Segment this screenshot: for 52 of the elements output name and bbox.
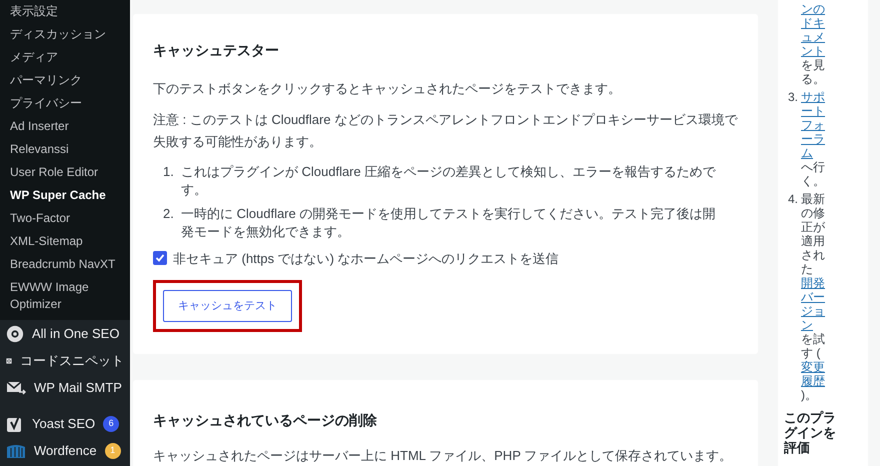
section-title: キャッシュテスター bbox=[153, 41, 280, 60]
submenu-item[interactable]: Ad Inserter bbox=[0, 115, 130, 138]
wordfence-icon bbox=[6, 442, 26, 458]
menu-label: コードスニペット bbox=[20, 352, 124, 370]
menu-item[interactable]: コードスニペット bbox=[0, 347, 130, 374]
note-text: 注意 : このテストは Cloudflare などのトランスペアレントフロントエンドプロキシーサービス環境で失敗する可能性があります。 bbox=[153, 110, 739, 150]
submenu-item[interactable]: プライバシー bbox=[0, 92, 130, 115]
list-number: 1. bbox=[163, 162, 175, 180]
submenu-item[interactable]: EWWW Image Optimizer bbox=[0, 276, 130, 316]
section-title: キャッシュされているページの削除 bbox=[153, 411, 378, 430]
help-text: を試す ( bbox=[801, 332, 826, 360]
help-text: へ行く。 bbox=[801, 160, 826, 188]
menu-label: All in One SEO bbox=[32, 324, 120, 343]
help-text: を見る。 bbox=[801, 58, 826, 86]
mail-icon bbox=[6, 380, 26, 396]
submenu-item[interactable]: XML-Sitemap bbox=[0, 230, 130, 253]
test-cache-button[interactable]: キャッシュをテスト bbox=[163, 290, 292, 322]
help-link[interactable]: ンのドキュメント bbox=[801, 2, 827, 58]
rate-title: このプラグインを評価 bbox=[784, 410, 837, 455]
submenu-item[interactable]: メディア bbox=[0, 46, 130, 69]
help-link[interactable]: 開発バージョン bbox=[801, 276, 827, 332]
menu-label: WP Mail SMTP bbox=[34, 378, 122, 397]
submenu-item[interactable]: 表示設定 bbox=[0, 0, 130, 23]
submenu-item[interactable]: ディスカッション bbox=[0, 23, 130, 46]
count-badge: 1 bbox=[104, 442, 121, 458]
list-number: 4. bbox=[786, 192, 798, 208]
list-number: 3. bbox=[786, 90, 798, 106]
menu-label: Wordfence bbox=[34, 442, 97, 460]
help-link[interactable]: サポートフォーラム bbox=[801, 90, 827, 160]
submenu-item[interactable]: パーマリンク bbox=[0, 69, 130, 92]
submenu-item[interactable]: Breadcrumb NavXT bbox=[0, 253, 130, 276]
checkbox-label: 非セキュア (https ではない) なホームページへのリクエストを送信 bbox=[173, 250, 559, 268]
intro-text: 下のテストボタンをクリックするとキャッシュされたページをテストできます。 bbox=[153, 80, 622, 98]
menu-item[interactable]: Yoast SEO 6 bbox=[0, 410, 130, 437]
count-badge: 6 bbox=[103, 416, 120, 432]
checkbox[interactable] bbox=[153, 251, 167, 266]
help-link[interactable]: 変更履歴 bbox=[801, 360, 827, 388]
submenu-item[interactable]: Two-Factor bbox=[0, 207, 130, 230]
help-text: 最新の修正が適用された bbox=[801, 192, 826, 276]
list-text: これはプラグインが Cloudflare 圧縮をページの差異として検知し、エラーを報告するためです。 bbox=[181, 162, 717, 198]
submenu-item[interactable]: Relevanssi bbox=[0, 138, 130, 161]
list-text: 一時的に Cloudflare の開発モードを使用してテストを実行してください。テスト完了後は開発モードを無効化できます。 bbox=[181, 204, 716, 240]
submenu-item[interactable]: User Role Editor bbox=[0, 161, 130, 184]
list-number: 2. bbox=[163, 204, 175, 222]
submenu-item[interactable]: WP Super Cache bbox=[0, 184, 130, 207]
gear-icon bbox=[6, 324, 24, 342]
menu-item[interactable]: Wordfence 1 bbox=[0, 437, 130, 464]
help-text: )。 bbox=[801, 388, 818, 402]
menu-item[interactable]: All in One SEO bbox=[0, 320, 130, 347]
menu-label: Yoast SEO bbox=[32, 414, 96, 433]
body-text: キャッシュされたページはサーバー上に HTML ファイル、PHP ファイルとして保存されています。 bbox=[153, 448, 734, 464]
menu-item[interactable]: WP Mail SMTP bbox=[0, 374, 130, 401]
